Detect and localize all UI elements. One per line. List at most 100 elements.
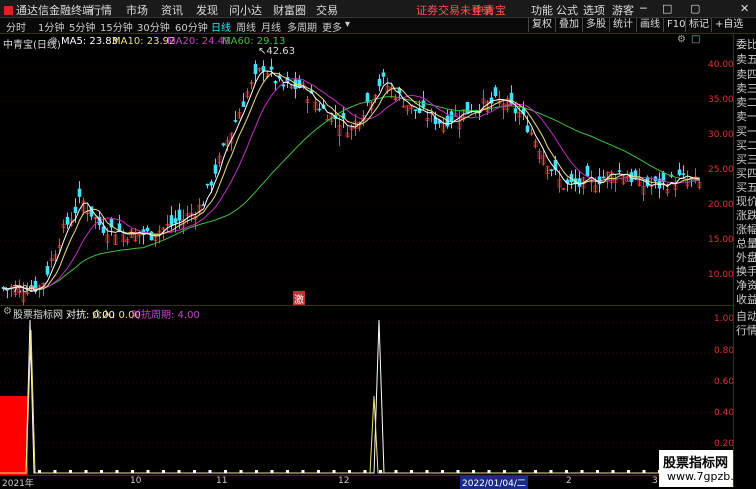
menu-item-shichang[interactable]: 市场 [126, 2, 148, 18]
candle-body [381, 72, 386, 77]
indicator-dot [177, 470, 181, 473]
sidebar-weibi: 委比 [736, 38, 756, 51]
period-fenshi[interactable]: 分时 [6, 19, 26, 34]
huaxian-button[interactable]: 画线 [636, 18, 663, 32]
period-30min[interactable]: 30分钟 [137, 19, 170, 34]
menu-item-wenxiaoda[interactable]: 问小达 [229, 2, 262, 18]
menu-bar: 通达信金融终端 行情 市场 资讯 发现 问小达 财富圈 交易 证劵交易未登录 中… [0, 0, 756, 18]
settings-gear-icon[interactable]: ⚙ [49, 36, 58, 47]
indicator-dot [208, 470, 212, 473]
candle-body [221, 143, 226, 146]
menu-item-caifuquan[interactable]: 财富圈 [273, 2, 306, 18]
menu-item-faxian[interactable]: 发现 [196, 2, 218, 18]
app-logo-icon [4, 6, 13, 15]
indicator-dot [642, 470, 646, 473]
period-5min[interactable]: 5分钟 [69, 19, 95, 34]
indicator-dot [270, 470, 274, 473]
candle-body [269, 66, 274, 70]
minimize-icon[interactable]: ─ [640, 2, 647, 15]
maximize-icon[interactable]: ▢ [690, 2, 700, 15]
candle-body [677, 169, 682, 176]
watermark-title: 股票指标网 [663, 456, 729, 471]
indicator-dot [425, 470, 429, 473]
indicator-dot [53, 470, 57, 473]
restore-icon[interactable]: □ [662, 2, 672, 15]
indicator-dot [441, 470, 444, 473]
menu-item-youke[interactable]: 游客 [612, 2, 634, 18]
candle-body [241, 101, 246, 107]
period-toolbar: 分时 1分钟 5分钟 15分钟 30分钟 60分钟 日线 周线 月线 多周期 更… [0, 18, 756, 34]
menu-item-gongneng[interactable]: 功能 [531, 2, 553, 18]
indicator-gear-icon[interactable]: ⚙ [3, 306, 12, 317]
indicator-dot [224, 470, 227, 473]
ma5-label: MA5: 23.83 [61, 36, 119, 47]
menu-item-hangqing[interactable]: 行情 [90, 2, 112, 18]
indicator-chart [0, 319, 733, 476]
ma10-label: MA10: 23.92 [112, 36, 176, 47]
indicator-dot [363, 470, 367, 473]
indicator-dot [348, 470, 351, 473]
close-icon[interactable]: ✕ [740, 2, 749, 15]
menu-item-gongshi[interactable]: 公式 [556, 2, 578, 18]
period-more[interactable]: 更多 [322, 19, 342, 34]
y-tick-40: 40.00 [708, 60, 734, 70]
ma10-line [3, 72, 700, 290]
period-daily[interactable]: 日线 [211, 19, 231, 34]
indicator-grid [0, 322, 733, 444]
candle-body [585, 165, 590, 177]
ind-y-tick-06: 0.60 [714, 377, 735, 387]
candle-body [177, 209, 182, 221]
period-monthly[interactable]: 月线 [261, 19, 281, 34]
indicator-dot [100, 470, 103, 473]
period-weekly[interactable]: 周线 [236, 19, 256, 34]
candle-body [169, 215, 174, 226]
candle-body [77, 188, 82, 197]
indicator-dot [146, 470, 150, 473]
indicator-line-duikang [0, 319, 700, 474]
candle-body [213, 164, 218, 174]
candle-body [549, 169, 554, 171]
candle-body [173, 218, 178, 224]
candle-body [601, 176, 606, 179]
indicator-dot [131, 470, 134, 473]
y-tick-10: 10.00 [708, 270, 734, 280]
candles [1, 58, 702, 305]
chart-settings-icon[interactable]: ⚙ [677, 34, 686, 45]
candle-body [65, 216, 70, 225]
y-tick-20: 20.00 [708, 200, 734, 210]
x-label-12: 12 [338, 476, 350, 486]
duogu-button[interactable]: 多股 [582, 18, 609, 32]
fuquan-button[interactable]: 复权 [528, 18, 555, 32]
biaoji-button[interactable]: 标记 [685, 18, 712, 32]
stock-tag: 中青宝 [473, 4, 506, 17]
indicator-dot [518, 470, 522, 473]
red-volume-block [0, 396, 28, 476]
period-1min[interactable]: 1分钟 [38, 19, 64, 34]
sidebar-sell5: 卖五 [736, 53, 756, 66]
add-watchlist-button[interactable]: +自选 [711, 18, 746, 32]
diejia-button[interactable]: 叠加 [555, 18, 582, 32]
menu-item-zixun[interactable]: 资讯 [161, 2, 183, 18]
ind-y-tick-02: 0.20 [714, 439, 735, 449]
sidebar-sell1: 卖一 [736, 110, 756, 123]
app-name: 通达信金融终端 [16, 4, 93, 17]
tongji-button[interactable]: 统计 [609, 18, 636, 32]
quote-sidebar: 委比 卖五 卖四 卖三 卖二 卖一 买一 买二 买三 买四 买五 现价 涨跌 涨… [733, 34, 756, 487]
indicator-dot [301, 470, 305, 473]
period-15min[interactable]: 15分钟 [100, 19, 133, 34]
period-multi[interactable]: 多周期 [287, 19, 317, 34]
menu-item-jiaoyi[interactable]: 交易 [316, 2, 338, 18]
high-price-label: ↖42.63 [258, 46, 296, 57]
chart-box-icon[interactable]: □ [691, 34, 700, 45]
period-60min[interactable]: 60分钟 [175, 19, 208, 34]
menu-item-xuanxiang[interactable]: 选项 [583, 2, 605, 18]
event-marker[interactable]: 激 [293, 291, 305, 306]
sidebar-quote[interactable]: 行情 [736, 322, 756, 338]
y-tick-30: 30.00 [708, 130, 734, 140]
candle-body [233, 120, 238, 122]
indicator-line-jieru [0, 329, 700, 474]
indicator-dot [332, 470, 336, 473]
indicator-dot [193, 470, 196, 473]
more-chevron-icon[interactable]: ▾ [345, 19, 350, 30]
y-tick-35: 35.00 [708, 95, 734, 105]
